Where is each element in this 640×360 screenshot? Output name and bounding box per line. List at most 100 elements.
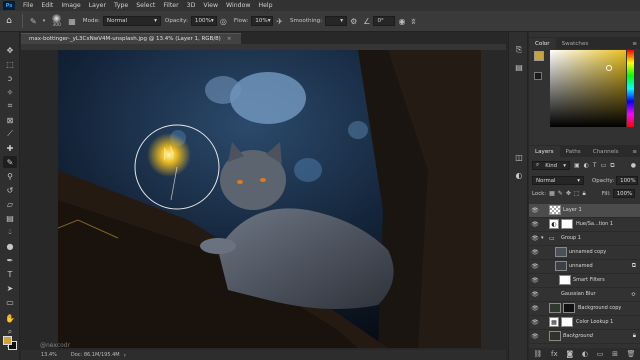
filter-shape-icon[interactable]: ▭	[601, 162, 607, 169]
gradient-tool-icon[interactable]: ▤	[3, 212, 17, 224]
filter-options-icon[interactable]: ≎	[631, 291, 636, 298]
brush-tool-icon[interactable]: ✎	[30, 17, 37, 26]
menu-3d[interactable]: 3D	[183, 2, 200, 9]
filter-toggle-icon[interactable]: ●	[631, 162, 636, 169]
fill-field[interactable]: 100%	[612, 189, 635, 198]
new-adjustment-icon[interactable]: ◐	[582, 350, 588, 358]
brush-settings-icon[interactable]: ▦	[68, 17, 76, 26]
layer-row-background-copy[interactable]: 👁︎ Background copy	[529, 302, 640, 316]
new-group-icon[interactable]: ▭	[597, 350, 604, 358]
pressure-opacity-icon[interactable]: ◎	[220, 17, 227, 26]
chevron-down-icon[interactable]: ▾	[541, 235, 549, 241]
add-mask-icon[interactable]: ◙	[566, 350, 573, 358]
flow-field[interactable]: 10% ▾	[251, 16, 274, 26]
link-layers-icon[interactable]: ⛓	[533, 350, 542, 358]
zoom-level[interactable]: 13.4%	[41, 352, 57, 358]
layer-row-layer-1[interactable]: 👁︎ Layer 1	[529, 204, 640, 218]
menu-view[interactable]: View	[199, 2, 222, 9]
visibility-eye-icon[interactable]: 👁︎	[529, 319, 541, 326]
visibility-eye-icon[interactable]: 👁︎	[529, 291, 541, 298]
tab-layers[interactable]: Layers	[529, 146, 560, 157]
visibility-eye-icon[interactable]: 👁︎	[529, 249, 541, 256]
adjustments-panel-icon[interactable]: ◐	[513, 170, 525, 181]
doc-size[interactable]: Doc: 86.1M/195.4M	[71, 352, 120, 358]
marquee-tool-icon[interactable]: ⬚	[3, 58, 17, 70]
visibility-eye-icon[interactable]: 👁︎	[529, 263, 541, 270]
fx-icon[interactable]: fx	[551, 350, 558, 358]
hand-tool-icon[interactable]: ✋	[3, 312, 17, 324]
type-tool-icon[interactable]: T	[3, 268, 17, 280]
menu-edit[interactable]: Edit	[37, 2, 57, 9]
history-panel-icon[interactable]: ⎘	[513, 44, 525, 55]
menu-select[interactable]: Select	[132, 2, 159, 9]
layer-row-gaussian-blur[interactable]: 👁︎ Gaussian Blur ≎	[529, 288, 640, 302]
delete-layer-icon[interactable]: 🗑︎	[627, 350, 636, 358]
layer-row-background[interactable]: 👁︎ Background 🔒︎	[529, 330, 640, 344]
new-layer-icon[interactable]: ⊞	[612, 350, 618, 358]
opacity-field[interactable]: 100% ▾	[190, 16, 217, 26]
menu-help[interactable]: Help	[254, 2, 276, 9]
rectangle-tool-icon[interactable]: ▭	[3, 296, 17, 308]
visibility-eye-icon[interactable]: 👁︎	[529, 277, 541, 284]
eyedropper-tool-icon[interactable]: ⟋	[3, 128, 17, 140]
magic-wand-tool-icon[interactable]: ✧	[3, 86, 17, 98]
close-icon[interactable]: ×	[227, 36, 232, 42]
frame-tool-icon[interactable]: ⊠	[3, 114, 17, 126]
menu-image[interactable]: Image	[57, 2, 84, 9]
visibility-eye-icon[interactable]: 👁︎	[529, 333, 541, 340]
chevron-right-icon[interactable]: ›	[124, 352, 126, 359]
pressure-size-icon[interactable]: ◉	[398, 17, 405, 26]
lock-artboard-icon[interactable]: ⬚	[574, 190, 580, 197]
panel-menu-icon[interactable]: ≡	[632, 38, 637, 49]
mode-dropdown[interactable]: Normal ▾	[102, 16, 161, 26]
foreground-color-swatch[interactable]	[3, 336, 12, 345]
visibility-eye-icon[interactable]: 👁︎	[529, 221, 541, 228]
clone-stamp-tool-icon[interactable]: ⚲	[3, 170, 17, 182]
blend-mode-dropdown[interactable]: Normal ▾	[532, 176, 584, 185]
tab-paths[interactable]: Paths	[560, 146, 587, 157]
photoshop-logo-icon[interactable]: Ps	[3, 1, 15, 10]
foreground-color-chip[interactable]	[534, 51, 544, 61]
brush-preset-picker[interactable]: 300	[52, 14, 62, 28]
home-icon[interactable]: ⌂	[0, 16, 18, 26]
libraries-panel-icon[interactable]: ◫	[513, 152, 525, 163]
airbrush-icon[interactable]: ✈	[276, 17, 283, 26]
healing-brush-tool-icon[interactable]: ✚	[3, 142, 17, 154]
chevron-down-icon[interactable]: ▾	[43, 18, 46, 24]
color-picker-cursor[interactable]	[606, 65, 612, 71]
brush-tool-icon[interactable]: ✎	[3, 156, 17, 168]
visibility-eye-icon[interactable]: 👁︎	[529, 305, 541, 312]
history-brush-tool-icon[interactable]: ↺	[3, 184, 17, 196]
tab-swatches[interactable]: Swatches	[556, 38, 595, 49]
layer-row-hue-saturation[interactable]: 👁︎ ◐ Hue/Sa...tion 1	[529, 218, 640, 232]
eraser-tool-icon[interactable]: ▱	[3, 198, 17, 210]
filter-type-icon[interactable]: T	[593, 162, 597, 169]
layer-row-smart-filters[interactable]: 👁︎ Smart Filters	[529, 274, 640, 288]
layer-row-unnamed[interactable]: 👁︎ unnamed ⧉	[529, 260, 640, 274]
layer-row-color-lookup[interactable]: 👁︎ ▦ Color Lookup 1	[529, 316, 640, 330]
blur-tool-icon[interactable]: 💧︎	[3, 226, 17, 238]
background-color-chip[interactable]	[534, 72, 542, 80]
layer-row-group-1[interactable]: 👁︎ ▾ ▭ Group 1	[529, 232, 640, 246]
menu-filter[interactable]: Filter	[159, 2, 182, 9]
document-tab[interactable]: max-bottinger-_yL3CxNwV4M-unsplash.jpg @…	[21, 33, 241, 44]
crop-tool-icon[interactable]: ⌗	[3, 100, 17, 112]
lock-image-icon[interactable]: ✎	[558, 190, 563, 197]
visibility-eye-icon[interactable]: 👁︎	[529, 207, 541, 214]
path-selection-tool-icon[interactable]: ➤	[3, 282, 17, 294]
image-canvas[interactable]	[58, 50, 481, 348]
hue-slider[interactable]	[627, 50, 634, 127]
menu-layer[interactable]: Layer	[85, 2, 110, 9]
properties-panel-icon[interactable]: ▤	[513, 62, 525, 73]
visibility-eye-icon[interactable]: 👁︎	[529, 235, 541, 242]
angle-field[interactable]: 0°	[373, 16, 396, 26]
tab-color[interactable]: Color	[529, 38, 556, 49]
layer-row-unnamed-copy[interactable]: 👁︎ unnamed copy	[529, 246, 640, 260]
gear-icon[interactable]: ⚙	[350, 17, 357, 26]
smoothing-field[interactable]: ▾	[325, 16, 348, 26]
lasso-tool-icon[interactable]: ↄ	[3, 72, 17, 84]
move-tool-icon[interactable]: ✥	[3, 44, 17, 56]
filter-smart-object-icon[interactable]: ⧉	[610, 162, 614, 170]
layer-opacity-field[interactable]: 100%	[616, 176, 639, 185]
symmetry-icon[interactable]: ʬ	[411, 17, 415, 26]
